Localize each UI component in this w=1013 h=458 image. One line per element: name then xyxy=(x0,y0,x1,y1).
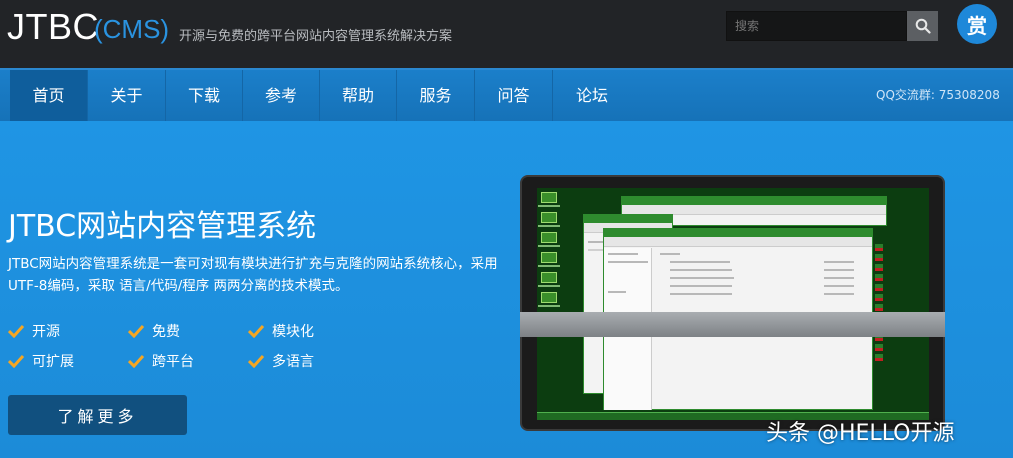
search-icon xyxy=(915,18,931,34)
feature-item: 多语言 xyxy=(248,351,314,371)
feature-label: 免费 xyxy=(152,324,180,340)
check-icon xyxy=(8,354,24,368)
monitor-preview xyxy=(520,175,945,431)
feature-label: 模块化 xyxy=(272,324,314,340)
monitor-stand xyxy=(520,312,945,337)
hero-section: JTBC网站内容管理系统 JTBC网站内容管理系统是一套可对现有模块进行扩充与克… xyxy=(0,121,1013,458)
hero-title: JTBC网站内容管理系统 xyxy=(8,209,317,244)
feature-label: 可扩展 xyxy=(32,354,74,370)
check-icon xyxy=(248,354,264,368)
desktop-icon xyxy=(541,192,557,203)
nav-item-about[interactable]: 关于 xyxy=(88,70,166,121)
desktop-icon xyxy=(541,252,557,263)
feature-label: 开源 xyxy=(32,324,60,340)
check-icon xyxy=(128,354,144,368)
nav-item-home[interactable]: 首页 xyxy=(10,70,88,121)
search-input[interactable] xyxy=(726,11,907,41)
check-icon xyxy=(248,324,264,338)
desktop-icon xyxy=(541,292,557,303)
reward-button[interactable]: 赏 xyxy=(957,4,997,44)
desktop-icon xyxy=(541,212,557,223)
check-icon xyxy=(8,324,24,338)
check-icon xyxy=(128,324,144,338)
feature-item: 免费 xyxy=(128,321,180,341)
hero-description: JTBC网站内容管理系统是一套可对现有模块进行扩充与克隆的网站系统核心，采用UT… xyxy=(8,256,498,294)
desktop-icon xyxy=(541,232,557,243)
logo[interactable]: JTBC xyxy=(7,6,99,48)
feature-item: 可扩展 xyxy=(8,351,74,371)
search-button[interactable] xyxy=(907,11,938,41)
site-tagline: 开源与免费的跨平台网站内容管理系统解决方案 xyxy=(179,29,453,44)
top-header: JTBC (CMS) 开源与免费的跨平台网站内容管理系统解决方案 赏 xyxy=(0,0,1013,68)
nav-item-service[interactable]: 服务 xyxy=(397,70,475,121)
nav-item-forum[interactable]: 论坛 xyxy=(553,70,631,121)
nav-item-help[interactable]: 帮助 xyxy=(320,70,397,121)
nav-item-download[interactable]: 下载 xyxy=(166,70,243,121)
watermark: 头条 @HELLO开源 xyxy=(766,421,955,446)
qq-group-label: QQ交流群: 75308208 xyxy=(876,88,1000,102)
feature-label: 跨平台 xyxy=(152,354,194,370)
learn-more-button[interactable]: 了解更多 xyxy=(8,395,187,435)
nav-item-reference[interactable]: 参考 xyxy=(243,70,320,121)
nav-item-qa[interactable]: 问答 xyxy=(475,70,553,121)
desktop-icon xyxy=(541,272,557,283)
feature-item: 跨平台 xyxy=(128,351,194,371)
feature-label: 多语言 xyxy=(272,354,314,370)
feature-item: 开源 xyxy=(8,321,60,341)
feature-item: 模块化 xyxy=(248,321,314,341)
logo-suffix[interactable]: (CMS) xyxy=(94,14,169,45)
admin-screenshot xyxy=(537,188,929,420)
main-nav: 首页 关于 下载 参考 帮助 服务 问答 论坛 QQ交流群: 75308208 xyxy=(0,68,1013,121)
